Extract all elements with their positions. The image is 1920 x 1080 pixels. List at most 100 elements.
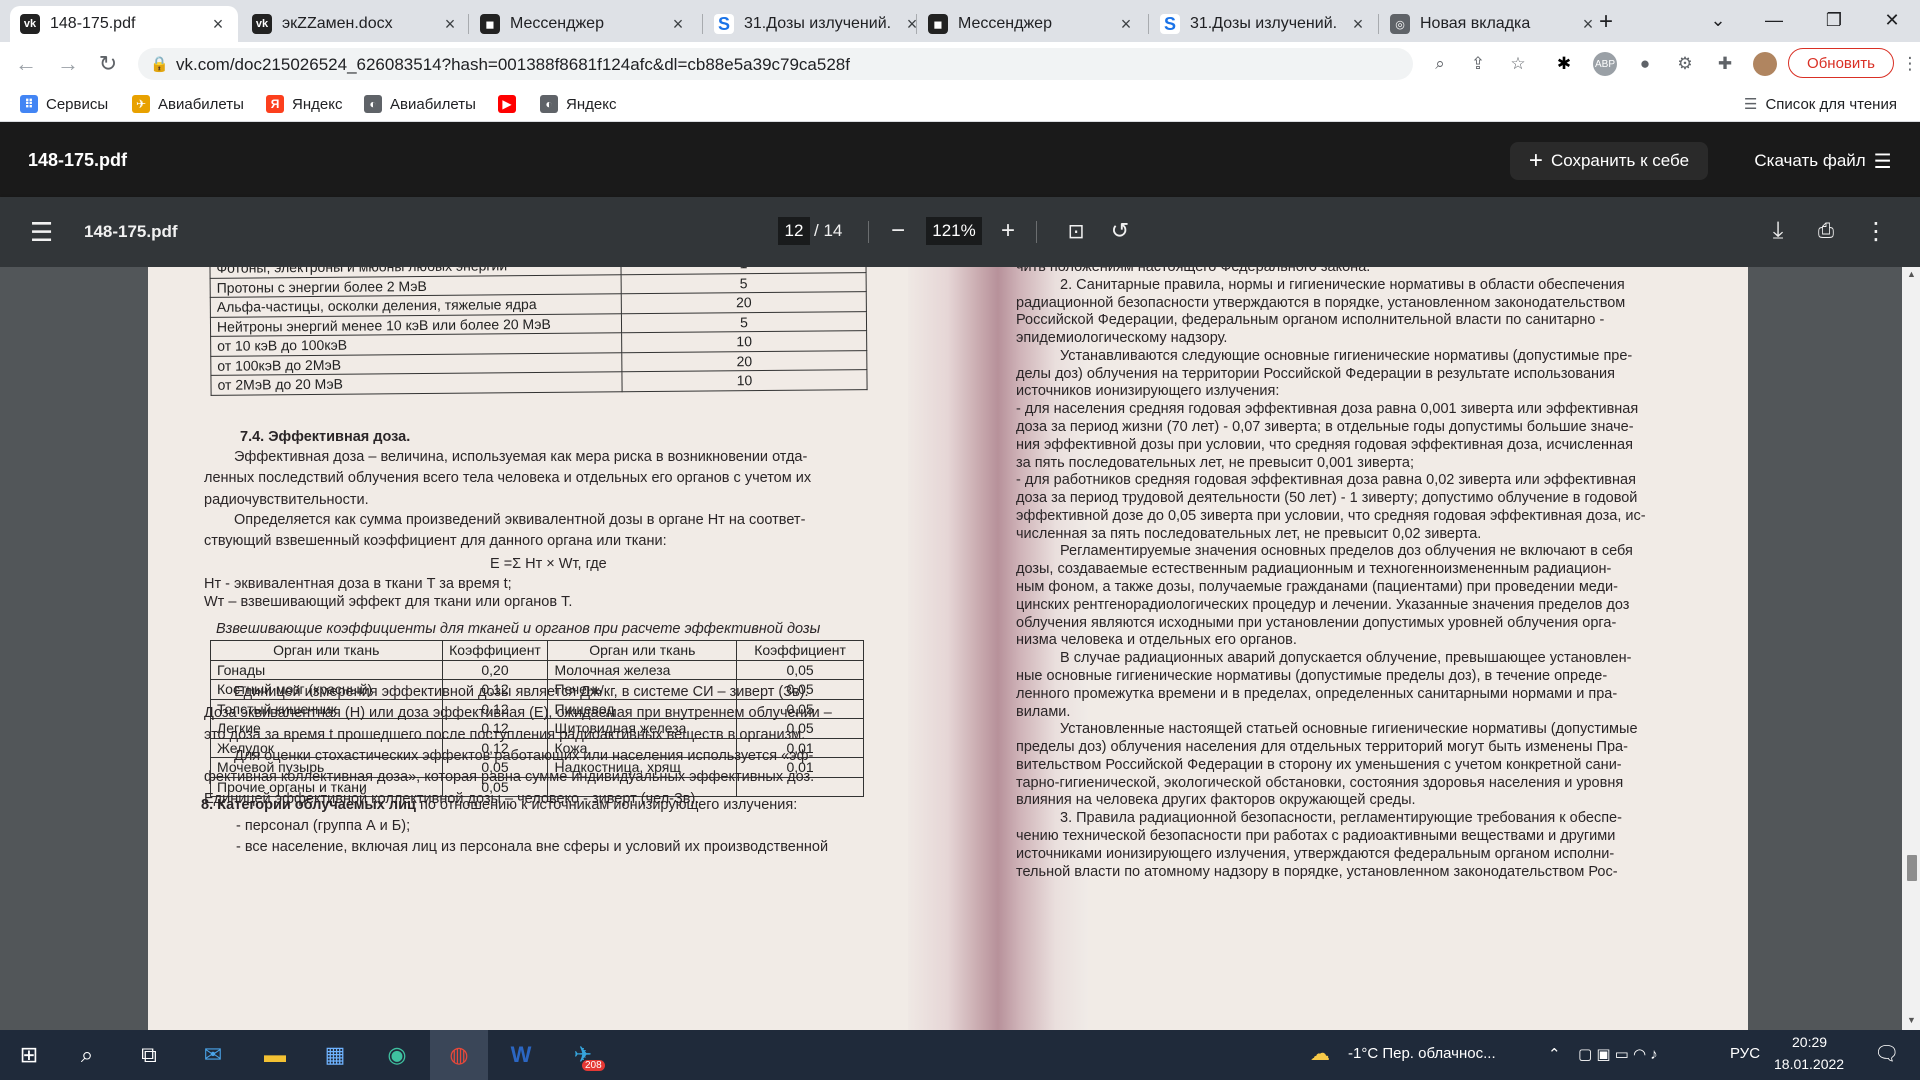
- zoom-icon[interactable]: ⌕: [1428, 52, 1452, 76]
- text-line: ленного промежутка времени и в пределах,…: [1016, 685, 1618, 702]
- store-icon[interactable]: ▦: [306, 1030, 364, 1080]
- table-cell: 5: [621, 272, 867, 294]
- edge-icon[interactable]: ◉: [368, 1030, 426, 1080]
- table-cell: Молочная железа: [547, 659, 738, 680]
- page-number-input[interactable]: 12: [778, 217, 810, 245]
- tab-separator: [468, 14, 469, 34]
- minimize-icon[interactable]: —: [1746, 0, 1802, 40]
- tray-chevron-icon[interactable]: ⌃: [1548, 1045, 1561, 1063]
- back-icon[interactable]: ←: [12, 50, 40, 78]
- language-indicator[interactable]: РУС: [1730, 1045, 1760, 1062]
- puzzle-icon[interactable]: ✚: [1713, 52, 1737, 76]
- zoom-input[interactable]: 121%: [926, 217, 982, 245]
- url-text: vk.com/doc215026524_626083514?hash=00138…: [176, 55, 850, 74]
- window-close-icon[interactable]: ✕: [1864, 0, 1920, 40]
- pdf-page: Фотоны, электроны и мюоны любых энергий1…: [148, 267, 1748, 1030]
- table-cell: от 2МэВ до 20 МэВ: [210, 371, 623, 395]
- close-icon[interactable]: ×: [208, 14, 228, 35]
- tab-1[interactable]: vk экZZамен.docx ×: [242, 6, 470, 42]
- download-icon[interactable]: ⤓: [1762, 215, 1794, 247]
- zoom-in-icon[interactable]: +: [992, 215, 1024, 247]
- notifications-icon[interactable]: 🗨: [1874, 1041, 1899, 1066]
- tab-2[interactable]: ◼ Мессенджер ×: [470, 6, 698, 42]
- hamburger-menu-icon[interactable]: ☰: [30, 217, 53, 248]
- section-heading: 7.4. Эффективная доза.: [240, 429, 411, 445]
- pdf-viewport[interactable]: Фотоны, электроны и мюоны любых энергий1…: [0, 267, 1902, 1030]
- word-icon[interactable]: W: [492, 1030, 550, 1080]
- zoom-out-icon[interactable]: −: [882, 215, 914, 247]
- weather-text[interactable]: -1°C Пер. облачнос...: [1348, 1045, 1496, 1062]
- new-tab-icon[interactable]: +: [1586, 2, 1626, 42]
- bookmark-4[interactable]: ▶: [498, 95, 524, 113]
- tab-6[interactable]: ◎ Новая вкладка ×: [1380, 6, 1608, 42]
- mail-icon[interactable]: ✉: [184, 1030, 242, 1080]
- table-header-cell: Коэффициент: [441, 640, 549, 661]
- clock-date[interactable]: 18.01.2022: [1774, 1056, 1844, 1072]
- star-icon[interactable]: ☆: [1506, 52, 1530, 76]
- task-view-icon[interactable]: ⧉: [120, 1030, 178, 1080]
- bookmark-label: Яндекс: [292, 95, 343, 113]
- file-explorer-icon[interactable]: ▬: [246, 1030, 304, 1080]
- bookmark-label: Авиабилеты: [390, 95, 476, 113]
- windows-start-icon[interactable]: ⊞: [0, 1030, 58, 1080]
- download-file-button[interactable]: Скачать файл ☰: [1738, 142, 1908, 180]
- tab-4[interactable]: ◼ Мессенджер ×: [918, 6, 1146, 42]
- search-icon[interactable]: ⌕: [58, 1030, 116, 1080]
- tab-3[interactable]: S 31.Дозы излучений. ×: [704, 6, 932, 42]
- table-header-cell: Орган или ткань: [210, 640, 443, 661]
- scroll-down-icon[interactable]: ▼: [1907, 1015, 1916, 1025]
- messenger-icon: ◼: [928, 14, 948, 34]
- rotate-icon[interactable]: ↺: [1104, 215, 1136, 247]
- tab-search-icon[interactable]: ⌄: [1690, 0, 1746, 40]
- reading-list[interactable]: ☰ Список для чтения: [1744, 95, 1897, 114]
- bookmark-1[interactable]: ✈ Авиабилеты: [132, 95, 244, 113]
- scroll-up-icon[interactable]: ▲: [1907, 269, 1916, 279]
- tab-0[interactable]: vk 148-175.pdf ×: [10, 6, 238, 42]
- close-icon[interactable]: ×: [440, 14, 460, 35]
- bookmark-5[interactable]: ◐ Яндекс: [540, 95, 616, 113]
- reload-icon[interactable]: ↻: [94, 50, 122, 78]
- bookmark-3[interactable]: ◐ Авиабилеты: [364, 95, 476, 113]
- tab-5[interactable]: S 31.Дозы излучений. ×: [1150, 6, 1378, 42]
- telegram-icon[interactable]: ✈: [554, 1030, 612, 1080]
- update-button[interactable]: Обновить: [1788, 48, 1894, 78]
- share-icon[interactable]: ⇪: [1466, 52, 1490, 76]
- forward-icon[interactable]: →: [54, 50, 82, 78]
- vk-extension-icon[interactable]: ✱: [1552, 52, 1576, 76]
- url-field[interactable]: 🔒 vk.com/doc215026524_626083514?hash=001…: [138, 48, 1526, 80]
- maximize-icon[interactable]: ❐: [1806, 0, 1862, 40]
- fit-page-icon[interactable]: ⊡: [1060, 215, 1092, 247]
- table-cell: 20: [621, 350, 867, 372]
- lock-icon: 🔒: [150, 56, 169, 73]
- text-line: это доза за время t прошедшего после пос…: [204, 726, 806, 743]
- bookmark-2[interactable]: Я Яндекс: [266, 95, 342, 113]
- table-cell: 10: [621, 330, 867, 353]
- divider: [1036, 221, 1037, 243]
- bookmark-0[interactable]: ⠿ Сервисы: [20, 95, 108, 113]
- chrome-menu-icon[interactable]: ⋮: [1898, 52, 1920, 76]
- table-row: Гонады 0,20 Молочная железа 0,05: [210, 659, 864, 680]
- save-to-self-button[interactable]: + Сохранить к себе: [1510, 142, 1708, 180]
- weather-icon[interactable]: ☁: [1310, 1041, 1330, 1066]
- chrome-icon[interactable]: ◍: [430, 1030, 488, 1080]
- close-icon[interactable]: ×: [1116, 14, 1136, 35]
- telegram-badge: 208: [582, 1060, 605, 1071]
- scrollbar-thumb[interactable]: [1907, 855, 1917, 881]
- print-icon[interactable]: ⎙: [1810, 215, 1842, 247]
- close-icon[interactable]: ×: [668, 14, 688, 35]
- tab-title: Новая вкладка: [1420, 15, 1531, 32]
- close-icon[interactable]: ×: [1348, 14, 1368, 35]
- tray-icons[interactable]: ▢ ▣ ▭ ◠ ♪: [1578, 1045, 1658, 1063]
- gear-extension-icon[interactable]: ⚙: [1673, 52, 1697, 76]
- table-cell: 10: [621, 369, 868, 392]
- abp-icon[interactable]: ABP: [1593, 52, 1617, 76]
- table-header-row: Орган или ткань Коэффициент Орган или ткан…: [210, 640, 864, 661]
- more-options-icon[interactable]: ⋮: [1860, 215, 1892, 247]
- extension-icon[interactable]: ●: [1633, 52, 1657, 76]
- vertical-scrollbar[interactable]: ▲ ▼: [1902, 267, 1920, 1030]
- s-icon: S: [714, 14, 734, 34]
- section-8-bold: 8. Категории облучаемых лиц: [201, 797, 416, 813]
- clock-time[interactable]: 20:29: [1792, 1034, 1827, 1050]
- avatar[interactable]: [1753, 52, 1777, 76]
- bookmarks-bar: ⠿ Сервисы ✈ Авиабилеты Я Яндекс ◐ Авиабилеты ▶ ◐ Я…: [0, 86, 1920, 122]
